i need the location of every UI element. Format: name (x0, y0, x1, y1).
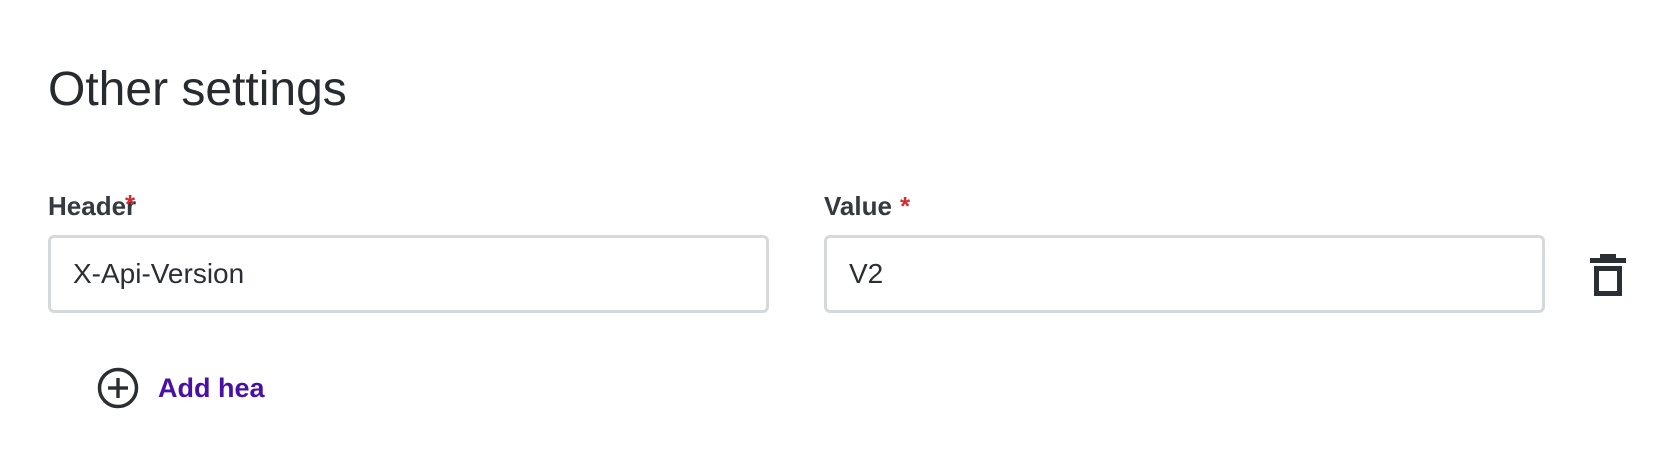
header-input[interactable] (48, 235, 769, 313)
header-label-text: Header (48, 191, 137, 221)
add-header-label: Add hea (158, 372, 265, 403)
header-field-label: Header * (48, 189, 137, 222)
section-title: Other settings (48, 63, 347, 116)
value-input[interactable] (824, 235, 1545, 313)
trash-icon (1590, 254, 1626, 296)
header-required-asterisk: * (125, 189, 136, 219)
add-header-button[interactable]: Add hea (96, 364, 266, 412)
value-field-label: Value * (824, 190, 910, 222)
value-required-asterisk: * (899, 191, 911, 221)
value-label-text: Value (824, 191, 892, 221)
delete-header-button[interactable] (1584, 250, 1632, 300)
plus-circle-icon (97, 367, 139, 409)
